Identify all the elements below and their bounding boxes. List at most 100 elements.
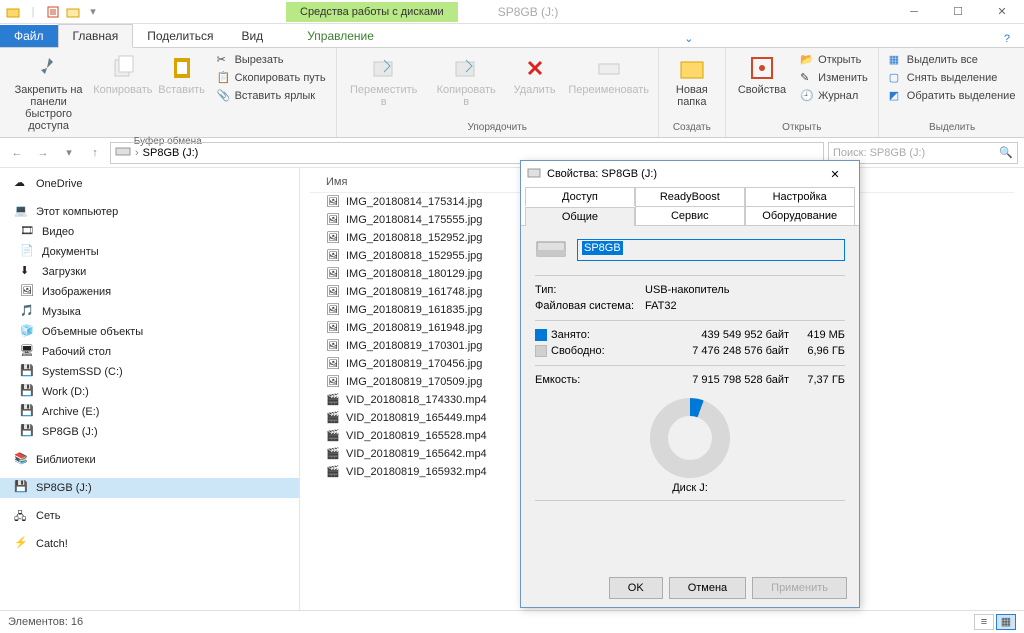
desktop-icon: 🖥 [20,344,36,360]
type-label: Тип: [535,284,645,296]
used-human: 419 МБ [789,329,845,341]
forward-button[interactable]: → [32,142,54,164]
tab-manage[interactable]: Управление [293,25,388,47]
disk-label: Диск J: [535,482,845,494]
volume-label-input[interactable]: SP8GB [577,239,845,261]
window-controls: ─ ☐ ✕ [892,0,1024,24]
ok-button[interactable]: OK [609,577,663,599]
group-open: Свойства 📂Открыть ✎Изменить 🕘Журнал Откр… [726,48,879,137]
tab-home[interactable]: Главная [58,24,134,48]
cut-button[interactable]: ✂Вырезать [213,52,330,68]
paste-shortcut-button[interactable]: 📎Вставить ярлык [213,88,330,104]
close-button[interactable]: ✕ [980,0,1024,24]
sidebar-3d-objects[interactable]: 🧊Объемные объекты [0,322,299,342]
tab-readyboost[interactable]: ReadyBoost [635,187,745,206]
sidebar-drive-d[interactable]: 💾Work (D:) [0,382,299,402]
minimize-ribbon-button[interactable]: ⌄ [678,30,699,47]
dialog-title-bar[interactable]: Свойства: SP8GB (J:) ✕ [521,161,859,187]
dialog-close-button[interactable]: ✕ [817,168,853,181]
image-file-icon: 🖼 [326,267,340,281]
up-button[interactable]: ↑ [84,142,106,164]
copy-to-button[interactable]: Копировать в [429,52,504,120]
sidebar-drive-e[interactable]: 💾Archive (E:) [0,402,299,422]
main-area: ☁OneDrive 💻Этот компьютер 🎞Видео 📄Докуме… [0,168,1024,610]
tab-view[interactable]: Вид [227,25,277,47]
edit-button[interactable]: ✎Изменить [796,70,872,86]
tab-share[interactable]: Поделиться [133,25,227,47]
path-icon: 📋 [217,71,231,85]
pin-button[interactable]: Закрепить на панели быстрого доступа [6,52,91,134]
drive-large-icon [535,236,567,263]
delete-button[interactable]: Удалить [508,52,562,120]
paste-button[interactable]: Вставить [155,52,209,134]
sidebar-this-pc[interactable]: 💻Этот компьютер [0,202,299,222]
copy-path-button[interactable]: 📋Скопировать путь [213,70,330,86]
tab-general[interactable]: Общие [525,207,635,226]
sidebar-videos[interactable]: 🎞Видео [0,222,299,242]
invert-selection-button[interactable]: ◩Обратить выделение [885,88,1020,104]
back-button[interactable]: ← [6,142,28,164]
sidebar-drive-j-root[interactable]: 💾SP8GB (J:) [0,478,299,498]
sidebar-onedrive[interactable]: ☁OneDrive [0,174,299,194]
file-name: IMG_20180819_170301.jpg [346,340,482,352]
new-folder-button[interactable]: Новая папка [665,52,719,120]
minimize-button[interactable]: ─ [892,0,936,24]
documents-icon: 📄 [20,244,36,260]
maximize-button[interactable]: ☐ [936,0,980,24]
group-new: Новая папка Создать [659,48,726,137]
sidebar-drive-c[interactable]: 💾SystemSSD (C:) [0,362,299,382]
sidebar-documents[interactable]: 📄Документы [0,242,299,262]
history-button[interactable]: 🕘Журнал [796,88,872,104]
help-button[interactable]: ? [998,31,1016,47]
open-icon: 📂 [800,53,814,67]
tab-file[interactable]: Файл [0,25,58,47]
select-all-button[interactable]: ▦Выделить все [885,52,1020,68]
file-name: VID_20180818_174330.mp4 [346,394,487,406]
drive-icon [527,167,541,182]
chevron-down-icon[interactable]: ▾ [86,5,100,19]
sidebar-drive-j[interactable]: 💾SP8GB (J:) [0,422,299,442]
icons-view-button[interactable]: ▦ [996,614,1016,630]
drive-icon: 💾 [20,404,36,420]
history-icon: 🕘 [800,89,814,103]
copy-button[interactable]: Копировать [95,52,150,134]
group-organize: Переместить в Копировать в Удалить Переи… [337,48,659,137]
capacity-bytes: 7 915 798 528 байт [645,374,789,386]
sidebar-libraries[interactable]: 📚Библиотеки [0,450,299,470]
group-clipboard: Закрепить на панели быстрого доступа Коп… [0,48,337,137]
drive-icon [115,145,131,160]
image-file-icon: 🖼 [326,195,340,209]
sidebar-catch[interactable]: ⚡Catch! [0,534,299,554]
used-color-swatch [535,329,547,341]
file-name: IMG_20180819_170456.jpg [346,358,482,370]
details-view-button[interactable]: ≡ [974,614,994,630]
tab-tools[interactable]: Сервис [635,206,745,225]
image-file-icon: 🖼 [326,249,340,263]
image-file-icon: 🖼 [326,303,340,317]
sidebar-desktop[interactable]: 🖥Рабочий стол [0,342,299,362]
select-none-button[interactable]: ▢Снять выделение [885,70,1020,86]
select-all-icon: ▦ [889,53,903,67]
apply-button[interactable]: Применить [752,577,847,599]
video-icon: 🎞 [20,224,36,240]
tab-customize[interactable]: Настройка [745,187,855,206]
new-folder-qat-icon[interactable] [66,5,80,19]
sidebar-pictures[interactable]: 🖼Изображения [0,282,299,302]
cancel-button[interactable]: Отмена [669,577,746,599]
properties-button[interactable]: Свойства [732,52,792,120]
tab-hardware[interactable]: Оборудование [745,206,855,225]
move-to-button[interactable]: Переместить в [343,52,425,120]
dialog-title: Свойства: SP8GB (J:) [547,168,657,180]
open-button[interactable]: 📂Открыть [796,52,872,68]
sidebar-music[interactable]: 🎵Музыка [0,302,299,322]
downloads-icon: ⬇ [20,264,36,280]
tab-access[interactable]: Доступ [525,187,635,206]
rename-button[interactable]: Переименовать [566,52,652,120]
recent-dropdown[interactable]: ▾ [58,142,80,164]
usb-drive-icon: 💾 [20,424,36,440]
sidebar-network[interactable]: 🖧Сеть [0,506,299,526]
sidebar-downloads[interactable]: ⬇Загрузки [0,262,299,282]
library-icon: 📚 [14,452,30,468]
properties-qat-icon[interactable] [46,5,60,19]
file-name: IMG_20180818_152952.jpg [346,232,482,244]
